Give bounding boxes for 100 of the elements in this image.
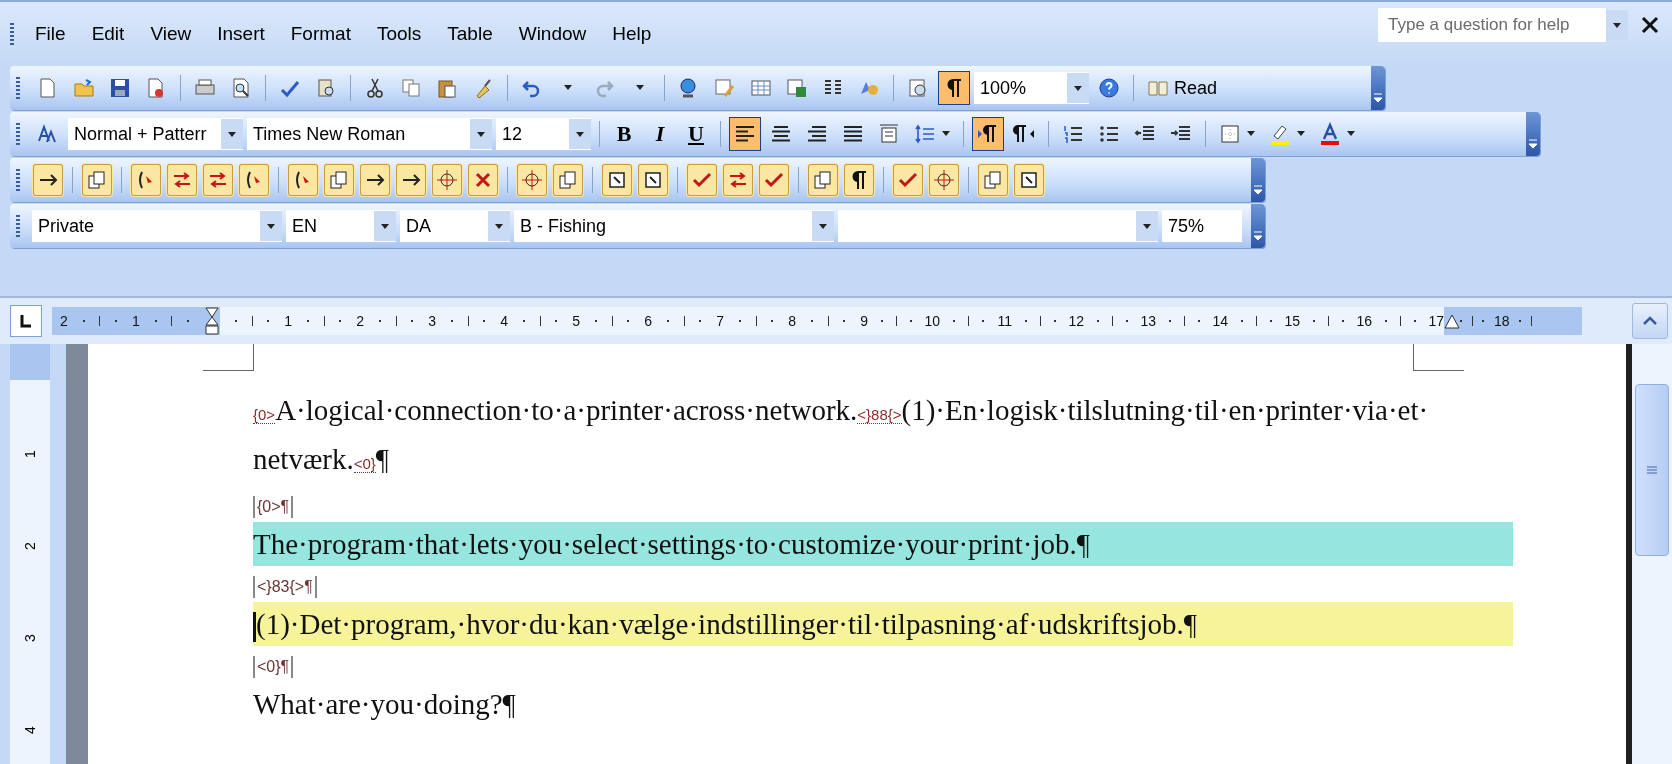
show-marks-button[interactable] [938,71,970,105]
chevron-icon[interactable] [1251,230,1265,242]
ruler-number: 16 [1356,313,1372,329]
font-color-icon [1318,122,1342,146]
menu-item[interactable]: File [22,19,79,49]
toolbar-button[interactable] [928,163,960,197]
toolbar-button[interactable] [130,163,162,197]
ruler-number: 7 [716,313,724,329]
chevron-icon[interactable] [1371,92,1385,104]
toolbar-button[interactable] [431,163,463,197]
toolbar-options[interactable] [1251,204,1265,248]
menu-item[interactable]: Edit [78,19,138,49]
indent-marker-icon[interactable] [204,307,220,335]
toolbar-button[interactable] [601,163,633,197]
ruler-number: 4 [500,313,508,329]
border-icon [1218,122,1242,146]
ruler-number: 11 [997,313,1012,329]
toolbar-button[interactable] [516,163,548,197]
menu-item[interactable]: Window [505,19,600,49]
underline-button[interactable]: U [680,117,712,151]
scroll-thumb[interactable] [1635,384,1669,556]
caret-icon [1296,131,1306,137]
caret-icon [941,131,951,137]
target-icon [435,168,459,192]
toolbar-button[interactable] [395,163,427,197]
menu-item[interactable]: Tools [363,19,435,49]
document-text: A·logical·connection·to·a·printer·across·network. [275,394,858,426]
filter-dropdown[interactable]: B - Fishing [514,210,834,242]
document-text: (1)·Det·program,·hvor·du·kan·vælge·indstillinger·til·tilpasning·af·udskriftsjob.¶ [256,608,1197,640]
target-icon [932,168,956,192]
line-spacing-icon [913,122,937,146]
ruler-number: 1 [22,450,38,458]
copy-icon [399,76,423,100]
font-size-dropdown[interactable]: 12 [496,118,591,150]
toolbar-button[interactable] [32,163,64,197]
menu-item[interactable]: Format [277,19,364,49]
scroll-up-button[interactable] [1632,303,1668,339]
segment-tag: <}88{> [857,406,902,424]
alignment-button[interactable] [729,117,761,151]
caret-icon [563,85,573,91]
menu-item[interactable]: View [137,19,205,49]
crop-mark [1413,344,1464,371]
menu-item[interactable]: Help [599,19,665,49]
style-dropdown[interactable]: Normal + Patterr [68,118,243,150]
bold-button[interactable]: B [608,117,640,151]
chevron-icon[interactable] [1526,138,1540,150]
font-dropdown[interactable]: Times New Roman [247,118,492,150]
toolbar-button[interactable] [287,163,319,197]
ruler-number: 18 [1494,313,1510,329]
right-indent-marker-icon[interactable] [1444,313,1460,329]
toolbar-button[interactable] [238,163,270,197]
document-text: The·program·that·lets·you·select·settings·to·customize·your·print·job.¶ [253,528,1090,560]
toolbar-button[interactable] [1013,163,1045,197]
left-to-right-button[interactable] [972,117,1004,151]
zoom-field[interactable]: 75% [1162,210,1242,242]
caret-icon [1246,131,1256,137]
ruler-number: 3 [428,313,436,329]
toolbar-options[interactable] [1526,112,1540,156]
toolbar-button[interactable] [359,163,391,197]
toolbar-options[interactable] [1251,158,1265,202]
menu-item[interactable]: Insert [204,19,278,49]
ruler-number: 13 [1140,313,1156,329]
menu-item[interactable]: Table [434,19,506,49]
italic-button[interactable]: I [644,117,676,151]
caret-icon [1346,131,1356,137]
tab-stop-button[interactable] [10,305,42,337]
toolbar-button[interactable] [637,163,669,197]
caret-icon [635,85,645,91]
crop-mark [203,344,254,371]
chevron-icon[interactable] [1251,184,1265,196]
ruler-number: 10 [924,313,940,329]
ruler-number: 2 [22,542,38,550]
ruler-number: 4 [22,726,38,734]
segment-tag: {0> [253,406,276,424]
ruler-number: 1 [132,313,140,329]
segment-tag: <0} [353,455,376,473]
tab-stop-icon [18,313,34,329]
ruler-number: 3 [22,634,38,642]
zoom-dropdown[interactable]: 100% [974,72,1089,104]
ruler-number: 5 [572,313,580,329]
toolbar-options[interactable] [1371,66,1385,110]
ruler-number: 12 [1068,313,1084,329]
toolbar-button[interactable] [843,163,875,197]
ruler-number: 14 [1212,313,1228,329]
filter-dropdown[interactable]: EN [286,210,396,242]
document-text: netværk. [253,443,354,475]
document-text: (1)·En·logisk·tilslutning·til·en·printer·via·et· [901,394,1429,426]
ruler-number: 15 [1284,313,1300,329]
read-button[interactable]: Read [1142,71,1222,105]
help-icon [1097,76,1121,100]
filter-dropdown[interactable]: Private [32,210,282,242]
filter-dropdown[interactable]: DA [400,210,510,242]
ruler-number: 2 [60,313,68,329]
ruler-number: 6 [644,313,652,329]
distribute-icon [877,122,901,146]
spreadsheet-icon [785,76,809,100]
ruler-number: 1 [284,313,292,329]
folder-icon [72,76,96,100]
help-search-field[interactable]: Type a question for help [1378,8,1606,42]
document-text: What·are·you·doing?¶ [253,688,516,720]
